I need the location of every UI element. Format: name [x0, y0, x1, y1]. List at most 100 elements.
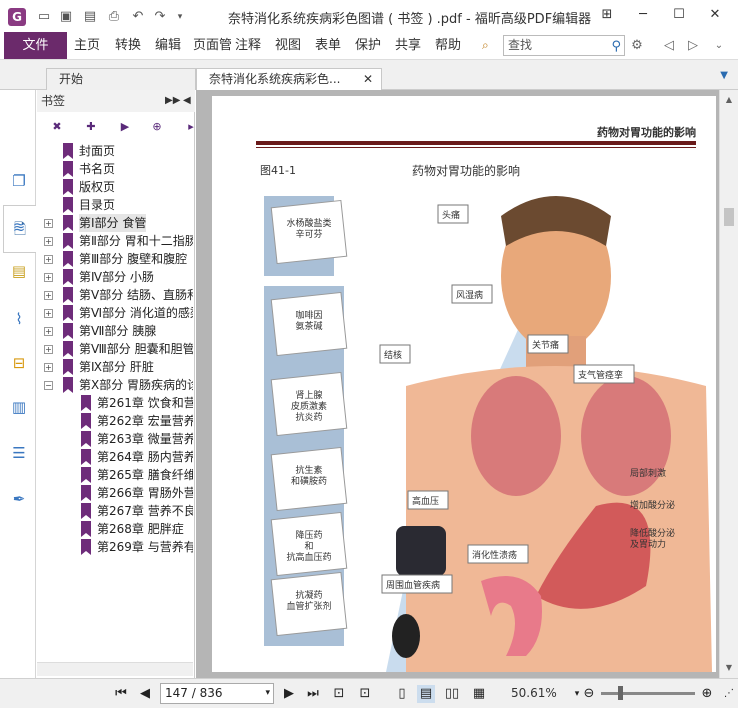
layers-icon[interactable]: ≋: [8, 216, 30, 238]
bookmark-expander-icon[interactable]: +: [44, 363, 53, 372]
bookmark-expander-icon[interactable]: −: [44, 381, 53, 390]
menu-protect[interactable]: 保护: [355, 32, 381, 59]
previous-view-icon[interactable]: ⊡: [330, 685, 348, 703]
customize-icon[interactable]: ▾: [172, 9, 188, 25]
file-menu-button[interactable]: 文件: [4, 32, 67, 59]
menu-page-management[interactable]: 页面管理: [193, 32, 231, 59]
bookmark-item[interactable]: 第264章 肠内营养: [37, 448, 193, 466]
menu-home[interactable]: 主页: [74, 32, 100, 59]
app-logo[interactable]: G: [8, 8, 26, 26]
document-vertical-scrollbar[interactable]: ▲ ▼: [719, 90, 738, 678]
search-icon[interactable]: ⚲: [611, 37, 621, 56]
bookmark-item[interactable]: + 第Ⅸ部分 肝脏: [37, 358, 193, 376]
restore-layout-icon[interactable]: ⊞: [594, 5, 620, 25]
bookmark-expander-icon[interactable]: +: [44, 309, 53, 318]
bookmark-item[interactable]: 目录页: [37, 196, 193, 214]
scroll-up-icon[interactable]: ▲: [720, 92, 738, 108]
bookmark-item[interactable]: 第267章 营养不良: [37, 502, 193, 520]
bookmark-item[interactable]: 封面页: [37, 142, 193, 160]
bookmark-item[interactable]: + 第Ⅴ部分 结肠、直肠和: [37, 286, 193, 304]
panel-collapse-icon[interactable]: ◀: [183, 90, 191, 112]
nav-back-icon[interactable]: ◁: [660, 37, 678, 55]
tab-document[interactable]: 奈特消化系统疾病彩色... ✕: [196, 68, 382, 90]
delete-bookmark-icon[interactable]: ✖: [49, 119, 65, 135]
redo-icon[interactable]: ↷: [152, 9, 168, 25]
bookmark-expander-icon[interactable]: +: [44, 219, 53, 228]
bookmark-expander-icon[interactable]: +: [44, 255, 53, 264]
maximize-button[interactable]: ☐: [666, 5, 692, 25]
signatures-icon[interactable]: ✒: [8, 488, 30, 510]
settings-gear-icon[interactable]: ⚙: [628, 37, 646, 55]
bookmark-item[interactable]: 版权页: [37, 178, 193, 196]
save-icon[interactable]: ▣: [58, 9, 74, 25]
document-view[interactable]: 药物对胃功能的影响 图41-1 药物对胃功能的影响 水杨酸盐类 辛可芬 咖啡因 氨茶碱…: [196, 90, 738, 678]
menu-convert[interactable]: 转换: [115, 32, 141, 59]
bookmark-item[interactable]: 第263章 微量营养: [37, 430, 193, 448]
scroll-down-icon[interactable]: ▼: [720, 660, 738, 676]
single-page-icon[interactable]: ▯: [393, 685, 411, 703]
bookmark-expander-icon[interactable]: +: [44, 327, 53, 336]
bookmark-expander-icon[interactable]: +: [44, 291, 53, 300]
bookmark-item[interactable]: + 第Ⅷ部分 胆囊和胆管: [37, 340, 193, 358]
bookmark-item[interactable]: 第268章 肥胖症: [37, 520, 193, 538]
expand-bookmark-icon[interactable]: ▶: [117, 119, 133, 135]
bookmark-item[interactable]: + 第Ⅱ部分 胃和十二指肠: [37, 232, 193, 250]
save-as-icon[interactable]: ▤: [82, 9, 98, 25]
close-button[interactable]: ✕: [702, 5, 728, 25]
print-icon[interactable]: ⎙: [106, 9, 122, 25]
nav-forward-icon[interactable]: ▷: [684, 37, 702, 55]
zoom-slider-thumb[interactable]: [618, 686, 623, 700]
bookmark-item[interactable]: 第266章 胃肠外营: [37, 484, 193, 502]
content-icon[interactable]: ▥: [8, 396, 30, 418]
bookmark-item[interactable]: + 第Ⅰ部分 食管: [37, 214, 193, 232]
minimize-button[interactable]: ─: [630, 5, 656, 25]
continuous-facing-icon[interactable]: ▦: [470, 685, 488, 703]
menu-form[interactable]: 表单: [315, 32, 341, 59]
tab-close-icon[interactable]: ✕: [363, 69, 373, 89]
bookmark-item[interactable]: 书名页: [37, 160, 193, 178]
add-bookmark-icon[interactable]: ✚: [83, 119, 99, 135]
menu-edit[interactable]: 编辑: [155, 32, 181, 59]
menu-comment[interactable]: 注释: [235, 32, 261, 59]
next-view-icon[interactable]: ⊡: [356, 685, 374, 703]
bookmark-item[interactable]: 第261章 饮食和营: [37, 394, 193, 412]
menu-share[interactable]: 共享: [395, 32, 421, 59]
page-dropdown-icon[interactable]: ▾: [265, 684, 270, 703]
ribbon-collapse-icon[interactable]: ⌄: [710, 37, 728, 55]
bookmark-item[interactable]: + 第Ⅵ部分 消化道的感染: [37, 304, 193, 322]
bookmark-item[interactable]: + 第Ⅲ部分 腹壁和腹腔: [37, 250, 193, 268]
scroll-thumb[interactable]: [724, 208, 734, 226]
pages-icon[interactable]: ❐: [8, 170, 30, 192]
search-input[interactable]: 查找 ⚲: [503, 35, 625, 56]
bookmark-item[interactable]: + 第Ⅶ部分 胰腺: [37, 322, 193, 340]
fields-icon[interactable]: ☰: [8, 442, 30, 464]
panel-expand-icon[interactable]: ▶▶: [165, 90, 180, 112]
last-page-icon[interactable]: ⏭: [304, 685, 322, 703]
bookmark-item[interactable]: − 第Ⅹ部分 胃肠疾病的诊: [37, 376, 193, 394]
tab-list-icon[interactable]: ▼: [720, 70, 728, 81]
continuous-page-icon[interactable]: ▤: [417, 685, 435, 703]
zoom-out-icon[interactable]: ⊖: [580, 685, 598, 703]
bookmark-expander-icon[interactable]: +: [44, 237, 53, 246]
next-page-icon[interactable]: ▶: [280, 685, 298, 703]
bookmark-expander-icon[interactable]: +: [44, 345, 53, 354]
menu-view[interactable]: 视图: [275, 32, 301, 59]
comments-icon[interactable]: ▤: [8, 260, 30, 282]
bookmark-horizontal-scrollbar[interactable]: [37, 662, 193, 676]
zoom-slider-track[interactable]: [601, 692, 695, 695]
attachments-icon[interactable]: ⌇: [8, 308, 30, 330]
bookmark-item[interactable]: 第269章 与营养有: [37, 538, 193, 556]
security-icon[interactable]: ⊟: [8, 352, 30, 374]
bookmark-item[interactable]: 第262章 宏量营养: [37, 412, 193, 430]
menu-help[interactable]: 帮助: [435, 32, 461, 59]
zoom-value[interactable]: 50.61%: [511, 686, 557, 700]
page-number-field[interactable]: 147 / 836 ▾: [160, 683, 274, 704]
zoom-in-icon[interactable]: ⊕: [698, 685, 716, 703]
first-page-icon[interactable]: ⏮: [112, 685, 130, 703]
undo-icon[interactable]: ↶: [130, 9, 146, 25]
facing-page-icon[interactable]: ▯▯: [443, 685, 461, 703]
open-icon[interactable]: ▭: [36, 9, 52, 25]
bookmark-expander-icon[interactable]: +: [44, 273, 53, 282]
add-page-icon[interactable]: ⊕: [149, 119, 165, 135]
tab-start[interactable]: 开始: [46, 68, 196, 90]
